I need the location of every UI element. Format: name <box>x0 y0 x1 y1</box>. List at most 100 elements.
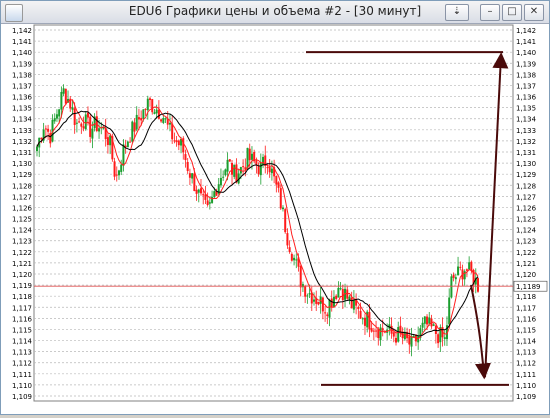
candle-body <box>321 297 324 312</box>
candle-body <box>457 266 460 276</box>
candle-body <box>162 118 165 123</box>
y-tick-label-left: 1,113 <box>12 349 32 357</box>
candle-body <box>75 122 78 124</box>
y-tick-label-left: 1,140 <box>12 49 32 57</box>
candle-body <box>202 194 205 196</box>
candle-body <box>131 121 134 142</box>
y-tick-label-left: 1,112 <box>12 360 32 368</box>
y-tick-label-left: 1,114 <box>12 338 33 346</box>
candle-body <box>208 202 211 204</box>
candle-body <box>339 288 342 290</box>
candle-body <box>372 330 375 332</box>
y-tick-label-right: 1,117 <box>516 304 536 312</box>
y-tick-label-left: 1,134 <box>12 116 33 124</box>
candle-body <box>465 269 468 271</box>
candle-body <box>459 266 462 268</box>
candle-body <box>408 336 411 345</box>
y-tick-label-right: 1,123 <box>516 238 536 246</box>
candle-body <box>199 188 202 194</box>
candle-body <box>80 123 83 127</box>
y-tick-label-right: 1,134 <box>516 116 537 124</box>
candle-body <box>395 337 398 343</box>
candle-body <box>157 109 160 119</box>
candle-body <box>126 141 129 148</box>
candle-body <box>428 317 431 324</box>
candle-body <box>64 88 67 104</box>
candle-body <box>381 328 384 331</box>
y-tick-label-right: 1,135 <box>516 105 536 113</box>
candle-body <box>106 137 109 145</box>
candle-body <box>115 174 118 176</box>
candle-body <box>78 121 81 123</box>
y-tick-label-right: 1,109 <box>516 393 536 401</box>
pin-icon[interactable]: ⇣ <box>445 4 469 21</box>
candle-body <box>149 98 152 100</box>
y-tick-label-left: 1,135 <box>12 105 32 113</box>
close-button[interactable]: ✕ <box>524 4 544 21</box>
price-chart[interactable]: 1,142 1,142 1,141 1,141 1,140 1,140 1,139 1,139… <box>1 24 549 414</box>
candle-body <box>177 140 180 146</box>
y-tick-label-left: 1,124 <box>12 227 33 235</box>
candle-body <box>222 176 225 178</box>
candle-body <box>135 114 138 130</box>
y-tick-label-left: 1,136 <box>12 94 33 102</box>
candle-body <box>40 137 43 140</box>
candle-body <box>86 112 89 118</box>
candle-body <box>313 299 316 302</box>
y-tick-label-left: 1,123 <box>12 238 32 246</box>
candle-body <box>186 161 189 172</box>
maximize-button[interactable]: □ <box>502 4 522 21</box>
chart-area[interactable]: 1,142 1,142 1,141 1,141 1,140 1,140 1,139 1,139… <box>1 24 549 414</box>
y-tick-label-left: 1,127 <box>12 193 32 201</box>
y-tick-label-left: 1,120 <box>12 271 32 279</box>
y-tick-label-left: 1,126 <box>12 204 33 212</box>
title-bar[interactable]: EDU6 Графики цены и объема #2 - [30 мину… <box>1 1 549 24</box>
candle-body <box>284 209 287 233</box>
y-tick-label-right: 1,111 <box>516 371 536 379</box>
candle-body <box>266 167 269 169</box>
candle-body <box>324 312 327 314</box>
candle-body <box>410 336 413 347</box>
candle-body <box>173 140 176 142</box>
y-tick-label-right: 1,114 <box>516 338 537 346</box>
candle-body <box>235 164 238 183</box>
y-tick-label-left: 1,121 <box>12 260 32 268</box>
candle-body <box>426 316 429 325</box>
candle-body <box>330 298 333 307</box>
candle-body <box>160 119 163 122</box>
candle-body <box>299 266 302 288</box>
candle-body <box>337 287 340 298</box>
y-tick-label-left: 1,132 <box>12 138 32 146</box>
candle-body <box>443 337 446 340</box>
candle-body <box>193 173 196 192</box>
candle-body <box>328 299 331 318</box>
candle-body <box>357 306 360 310</box>
y-tick-label-right: 1,110 <box>516 382 536 390</box>
y-tick-label-left: 1,111 <box>12 371 32 379</box>
candle-body <box>270 168 273 174</box>
minimize-button[interactable]: – <box>480 4 500 21</box>
y-tick-label-right: 1,132 <box>516 138 536 146</box>
y-tick-label-right: 1,113 <box>516 349 536 357</box>
candle-body <box>175 140 178 143</box>
candle-body <box>304 286 307 297</box>
candle-body <box>448 297 451 325</box>
y-tick-label-left: 1,139 <box>12 60 32 68</box>
y-tick-label-right: 1,139 <box>516 60 536 68</box>
candle-body <box>375 330 378 332</box>
y-tick-label-right: 1,129 <box>516 171 536 179</box>
candle-body <box>233 164 236 177</box>
y-tick-label-left: 1,119 <box>12 282 32 290</box>
candle-body <box>290 253 293 261</box>
candle-body <box>262 156 265 165</box>
y-tick-label-right: 1,122 <box>516 249 536 257</box>
candle-body <box>191 173 194 179</box>
candle-body <box>153 112 156 114</box>
candle-body <box>432 324 435 326</box>
candle-body <box>454 277 457 280</box>
y-tick-label-right: 1,116 <box>516 315 537 323</box>
candle-body <box>268 167 271 173</box>
y-tick-label-right: 1,115 <box>516 326 536 334</box>
candle-body <box>250 153 253 160</box>
y-tick-label-right: 1,136 <box>516 94 537 102</box>
